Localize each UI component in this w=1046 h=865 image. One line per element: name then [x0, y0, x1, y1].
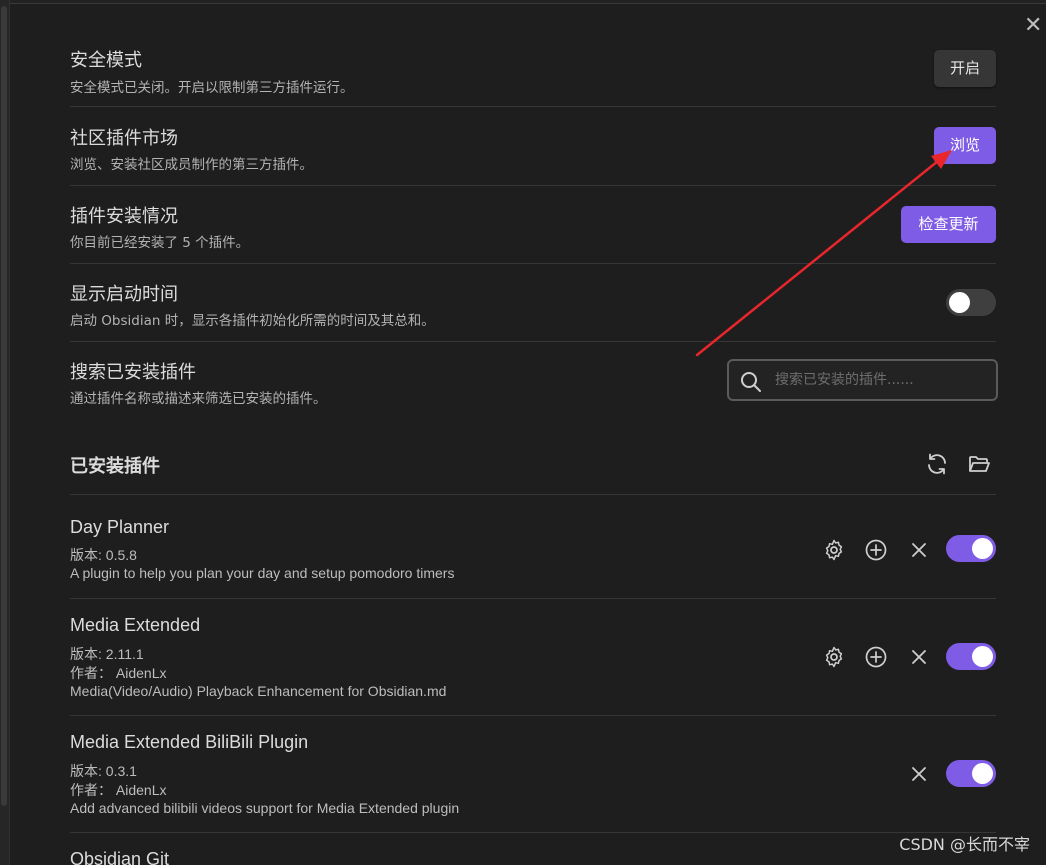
toggle-knob [972, 538, 993, 559]
plugin-enable-toggle[interactable] [946, 535, 996, 562]
setting-desc: 你目前已经安装了 5 个插件。 [70, 235, 250, 251]
setting-name: 社区插件市场 [70, 128, 178, 149]
setting-name: 搜索已安装插件 [70, 362, 196, 383]
browse-button[interactable]: 浏览 [934, 127, 996, 164]
setting-community-market: 社区插件市场 浏览、安装社区成员制作的第三方插件。 浏览 [70, 107, 996, 186]
plugin-name: Media Extended BiliBili Plugin [70, 732, 309, 752]
setting-desc: 启动 Obsidian 时，显示各插件初始化所需的时间及其总和。 [70, 313, 435, 329]
toggle-knob [972, 646, 993, 667]
add-hotkey-icon[interactable] [864, 645, 888, 669]
plugin-obsidian-git: Obsidian Git [70, 833, 996, 865]
setting-search-installed: 搜索已安装插件 通过插件名称或描述来筛选已安装的插件。 [70, 342, 998, 424]
toggle-knob [949, 292, 970, 313]
plugin-desc: Add advanced bilibili videos support for… [70, 800, 460, 816]
setting-name: 插件安装情况 [70, 206, 178, 227]
setting-desc: 通过插件名称或描述来筛选已安装的插件。 [70, 391, 327, 407]
search-input[interactable] [775, 369, 985, 391]
open-folder-icon[interactable] [967, 452, 991, 476]
search-icon [741, 372, 761, 392]
setting-desc: 安全模式已关闭。开启以限制第三方插件运行。 [70, 80, 354, 96]
plugin-name: Day Planner [70, 517, 170, 537]
add-hotkey-icon[interactable] [864, 538, 888, 562]
close-icon[interactable]: ✕ [1024, 14, 1046, 38]
check-updates-button[interactable]: 检查更新 [901, 206, 996, 243]
plugin-version: 版本: 0.5.8 [70, 547, 137, 563]
plugin-enable-toggle[interactable] [946, 643, 996, 670]
installed-plugins-header: 已安装插件 [70, 440, 996, 495]
plugin-name: Obsidian Git [70, 849, 170, 865]
watermark: CSDN @长而不宰 [899, 835, 1030, 854]
plugin-author: 作者： AidenLx [70, 782, 167, 798]
plugin-author: 作者： AidenLx [70, 665, 167, 681]
gear-icon[interactable] [822, 645, 846, 669]
setting-safe-mode: 安全模式 安全模式已关闭。开启以限制第三方插件运行。 开启 [70, 36, 996, 107]
setting-install-status: 插件安装情况 你目前已经安装了 5 个插件。 检查更新 [70, 186, 996, 264]
left-scrollbar[interactable] [1, 6, 7, 806]
plugin-version: 版本: 0.3.1 [70, 763, 137, 779]
gear-icon[interactable] [822, 538, 846, 562]
setting-desc: 浏览、安装社区成员制作的第三方插件。 [70, 157, 313, 173]
plugin-desc: A plugin to help you plan your day and s… [70, 565, 455, 581]
plugin-desc: Media(Video/Audio) Playback Enhancement … [70, 683, 447, 699]
plugin-media-extended-bilibili: Media Extended BiliBili Plugin 版本: 0.3.1… [70, 716, 996, 833]
setting-startup-time: 显示启动时间 启动 Obsidian 时，显示各插件初始化所需的时间及其总和。 [70, 264, 996, 342]
plugin-version: 版本: 2.11.1 [70, 646, 144, 662]
search-box [727, 359, 998, 401]
enable-safe-mode-button[interactable]: 开启 [934, 50, 996, 87]
refresh-icon[interactable] [925, 452, 949, 476]
section-title: 已安装插件 [70, 456, 160, 477]
startup-time-toggle[interactable] [946, 289, 996, 316]
uninstall-icon[interactable] [907, 538, 931, 562]
plugin-enable-toggle[interactable] [946, 760, 996, 787]
setting-name: 安全模式 [70, 50, 142, 71]
setting-name: 显示启动时间 [70, 284, 178, 305]
modal-top-edge [10, 0, 1046, 4]
toggle-knob [972, 763, 993, 784]
uninstall-icon[interactable] [907, 762, 931, 786]
plugin-name: Media Extended [70, 615, 201, 635]
uninstall-icon[interactable] [907, 645, 931, 669]
plugin-day-planner: Day Planner 版本: 0.5.8 A plugin to help y… [70, 495, 996, 599]
plugin-media-extended: Media Extended 版本: 2.11.1 作者： AidenLx Me… [70, 599, 996, 716]
left-panel-edge [0, 0, 10, 865]
